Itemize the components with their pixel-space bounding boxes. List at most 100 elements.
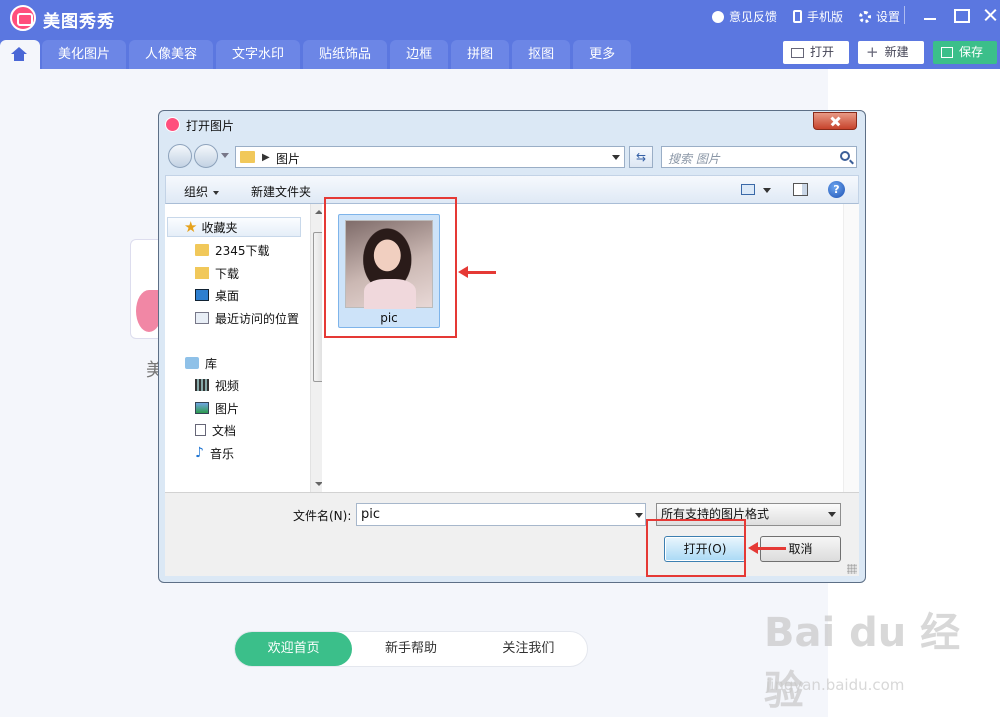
dialog-title-bar: 打开图片 <box>159 111 865 137</box>
view-options-icon[interactable] <box>741 184 755 195</box>
chevron-down-icon[interactable] <box>763 188 771 193</box>
mobile-version-button[interactable]: 手机版 <box>792 8 843 25</box>
nav-item-label: 桌面 <box>215 288 240 303</box>
tab-help[interactable]: 新手帮助 <box>352 632 469 666</box>
gear-icon <box>858 10 871 23</box>
nav-item-label: 最近访问的位置 <box>215 311 300 326</box>
pictures-icon <box>195 402 209 414</box>
phone-icon <box>792 10 802 23</box>
nav-libraries[interactable]: 库 <box>185 353 217 373</box>
new-label: 新建 <box>884 45 909 59</box>
watermark: Bai du 经验 <box>764 610 961 714</box>
nav-item-downloads[interactable]: 下载 <box>195 263 239 283</box>
dialog-title: 打开图片 <box>186 119 235 133</box>
top-actions: 意见反馈 手机版 设置 <box>711 8 900 25</box>
mobile-version-label: 手机版 <box>806 10 843 24</box>
minimize-icon[interactable] <box>920 4 940 26</box>
search-input[interactable]: 搜索 图片 <box>661 146 857 168</box>
maximize-icon[interactable] <box>950 4 970 26</box>
folder-icon <box>195 244 209 256</box>
nav-item-music[interactable]: ♪ 音乐 <box>195 443 234 463</box>
tab-home[interactable] <box>0 40 40 69</box>
nav-item-pictures[interactable]: 图片 <box>195 398 239 418</box>
app-title: 美图秀秀 <box>43 12 115 32</box>
meitu-logo-icon <box>10 5 36 31</box>
new-folder-button[interactable]: 新建文件夹 <box>251 183 311 200</box>
search-placeholder: 搜索 图片 <box>668 152 720 166</box>
meitu-logo-icon <box>165 117 180 132</box>
chevron-down-icon <box>213 190 220 195</box>
tab-cutout[interactable]: 抠图 <box>512 40 571 69</box>
arrow-left-icon <box>748 542 786 554</box>
preview-pane-icon[interactable] <box>793 183 808 196</box>
highlight-file-annotation <box>324 197 457 338</box>
chevron-down-icon[interactable] <box>612 155 620 160</box>
save-button[interactable]: 保存 <box>933 41 997 64</box>
tab-follow-us[interactable]: 关注我们 <box>470 632 587 666</box>
app-title-bar: 美图秀秀 意见反馈 手机版 设置 美化图片 人像美容 文字水印 贴纸饰品 边框 … <box>0 0 1000 69</box>
new-button[interactable]: + 新建 <box>858 41 924 64</box>
refresh-icon: ⇆ <box>635 150 647 164</box>
open-button[interactable]: 打开 <box>783 41 849 64</box>
folder-icon <box>240 151 255 163</box>
tab-text-watermark[interactable]: 文字水印 <box>216 40 301 69</box>
open-label: 打开 <box>810 45 835 59</box>
star-icon: ★ <box>184 218 198 236</box>
nav-item-2345-downloads[interactable]: 2345下载 <box>195 240 270 260</box>
desktop-icon <box>195 289 209 301</box>
nav-item-label: 2345下载 <box>215 243 270 258</box>
tab-portrait[interactable]: 人像美容 <box>129 40 214 69</box>
filename-input[interactable]: pic <box>356 503 646 526</box>
tab-collage[interactable]: 拼图 <box>451 40 510 69</box>
save-label: 保存 <box>959 45 984 59</box>
nav-item-videos[interactable]: 视频 <box>195 375 239 395</box>
recent-places-icon <box>195 312 209 324</box>
video-icon <box>195 379 209 391</box>
organize-menu[interactable]: 组织 <box>184 183 220 200</box>
bottom-tabs: 欢迎首页 新手帮助 关注我们 <box>234 631 588 667</box>
tab-welcome[interactable]: 欢迎首页 <box>235 632 353 666</box>
library-icon <box>185 357 199 369</box>
main-tabs: 美化图片 人像美容 文字水印 贴纸饰品 边框 拼图 抠图 更多 <box>42 40 632 69</box>
open-image-dialog: 打开图片 ▶ 图片 ⇆ 搜索 图片 组织 新建文件夹 ? ★ 收藏夹 2345下… <box>158 110 866 583</box>
search-icon[interactable] <box>840 151 850 161</box>
forward-button[interactable] <box>194 144 218 168</box>
chevron-right-icon[interactable]: ▶ <box>262 152 270 163</box>
nav-item-documents[interactable]: 文档 <box>195 420 236 440</box>
filename-label: 文件名(N): <box>293 509 352 523</box>
recent-locations-dropdown-icon[interactable] <box>221 153 229 158</box>
tab-stickers[interactable]: 贴纸饰品 <box>303 40 388 69</box>
nav-favorites[interactable]: ★ 收藏夹 <box>167 217 301 237</box>
address-path[interactable]: 图片 <box>276 150 300 167</box>
tab-frames[interactable]: 边框 <box>390 40 449 69</box>
feedback-button[interactable]: 意见反馈 <box>711 8 777 25</box>
window-controls <box>920 4 1000 26</box>
arrow-left-icon <box>458 266 496 278</box>
watermark-url: jingyan.baidu.com <box>766 676 905 694</box>
nav-item-label: 下载 <box>215 266 240 281</box>
organize-label: 组织 <box>184 185 209 199</box>
tab-more[interactable]: 更多 <box>573 40 632 69</box>
settings-button[interactable]: 设置 <box>858 8 900 25</box>
nav-item-recent-places[interactable]: 最近访问的位置 <box>195 308 299 328</box>
close-icon[interactable] <box>980 4 1000 26</box>
dialog-footer: 文件名(N): pic 所有支持的图片格式 打开(O) 取消 <box>165 492 859 576</box>
downloads-folder-icon <box>195 267 209 279</box>
nav-favorites-label: 收藏夹 <box>201 220 238 235</box>
dialog-close-icon[interactable] <box>813 112 857 130</box>
tab-beautify[interactable]: 美化图片 <box>42 40 127 69</box>
nav-item-label: 视频 <box>215 378 240 393</box>
nav-item-label: 音乐 <box>209 446 234 461</box>
refresh-button[interactable]: ⇆ <box>629 146 653 168</box>
back-button[interactable] <box>168 144 192 168</box>
file-scrollbar[interactable] <box>843 204 859 492</box>
nav-libraries-label: 库 <box>205 356 218 371</box>
nav-item-desktop[interactable]: 桌面 <box>195 285 239 305</box>
nav-item-label: 文档 <box>212 423 237 438</box>
help-icon[interactable]: ? <box>828 181 845 198</box>
home-icon <box>11 47 27 61</box>
resize-grip-icon[interactable] <box>847 564 857 574</box>
chevron-down-icon[interactable] <box>635 513 643 518</box>
nav-item-label: 图片 <box>215 401 240 416</box>
address-bar[interactable]: ▶ 图片 <box>235 146 625 168</box>
